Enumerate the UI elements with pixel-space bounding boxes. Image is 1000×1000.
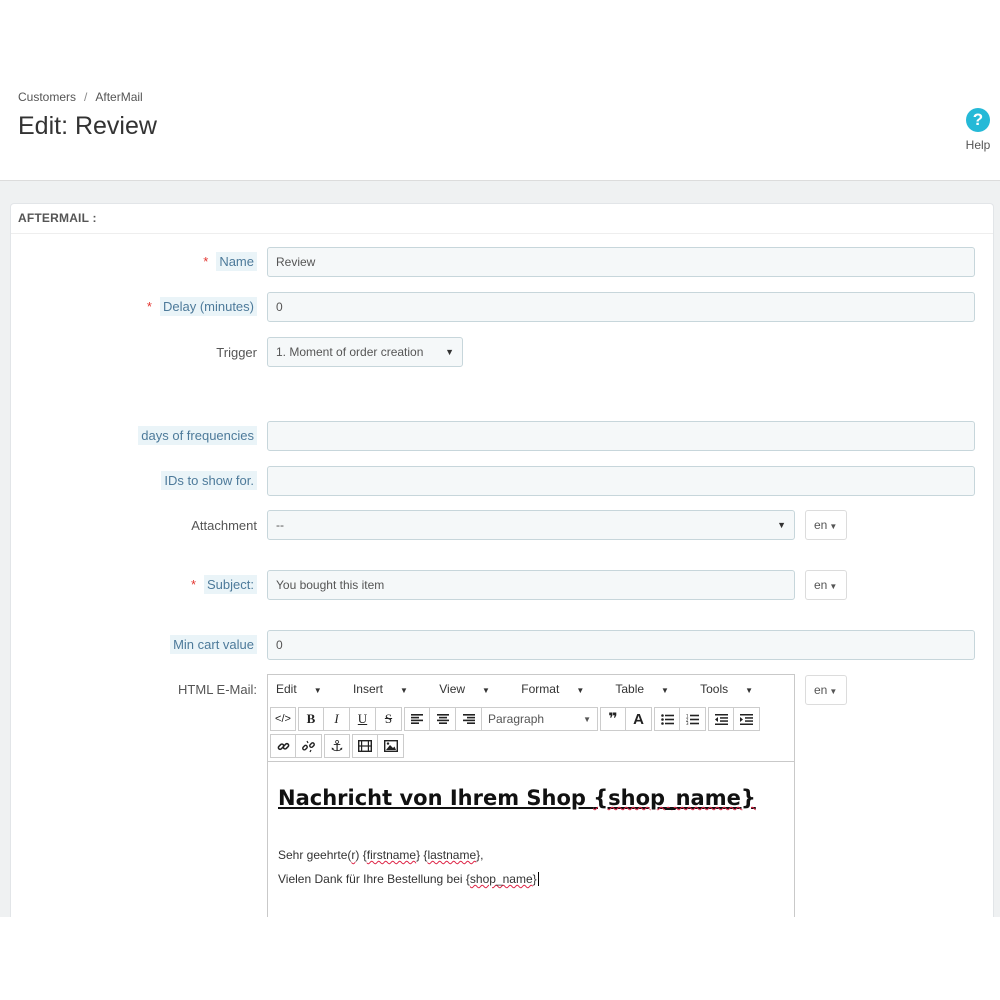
breadcrumb-customers[interactable]: Customers [18,90,76,104]
caret-down-icon: ▼ [745,686,754,695]
select-arrow-icon: ▼ [445,347,454,357]
breadcrumb: Customers / AfterMail [18,90,143,104]
align-right-icon[interactable] [456,707,482,731]
svg-text:3: 3 [686,721,689,725]
editor-toolbar-row-1: </> B I U S Paragraph ▼ ❞ A 1 2 3 [270,707,762,731]
caret-down-icon: ▼ [482,686,490,695]
frequencies-label: days of frequencies [138,426,257,445]
attachment-select[interactable]: -- ▼ [267,510,795,540]
menu-insert[interactable]: Insert ▼ [353,682,422,696]
underline-icon[interactable]: U [350,707,376,731]
caret-down-icon: ▼ [829,687,838,696]
caret-down-icon: ▼ [583,714,591,724]
caret-down-icon: ▼ [829,522,838,531]
caret-down-icon: ▼ [313,686,322,695]
text-cursor: ​ [537,872,539,886]
help-label[interactable]: Help [958,138,998,152]
subject-lang-button[interactable]: en ▼ [805,570,847,600]
subject-input[interactable]: You bought this item [267,570,795,600]
text-color-icon[interactable]: A [626,707,652,731]
select-arrow-icon: ▼ [777,520,786,530]
unlink-icon[interactable] [296,734,322,758]
help-button[interactable]: ? Help [958,108,998,152]
name-input[interactable]: Review [267,247,975,277]
menu-table[interactable]: Table ▼ [615,682,683,696]
required-mark: * [203,254,209,269]
numbered-list-icon[interactable]: 123 [680,707,706,731]
italic-icon[interactable]: I [324,707,350,731]
html-email-editor: Edit ▼ Insert ▼ View ▼ Format ▼ Table ▼ Tools… [267,674,795,918]
page-header: Customers / AfterMail Edit: Review ? Help [0,0,1000,180]
editor-content-area[interactable]: Nachricht von Ihrem Shop {shop_name} Seh… [268,761,794,919]
indent-icon[interactable] [734,707,760,731]
image-icon[interactable] [378,734,404,758]
caret-down-icon: ▼ [399,686,408,695]
outdent-icon[interactable] [708,707,734,731]
link-icon[interactable] [270,734,296,758]
breadcrumb-aftermail[interactable]: AfterMail [95,90,142,104]
panel-heading: AFTERMAIL : [11,204,993,234]
min-cart-input[interactable]: 0 [267,630,975,660]
align-left-icon[interactable] [404,707,430,731]
menu-format[interactable]: Format ▼ [521,682,598,696]
delay-label: * Delay (minutes) [146,297,257,316]
page-title: Edit: Review [18,112,157,140]
trigger-select[interactable]: 1. Moment of order creation ▼ [267,337,463,367]
mail-salutation: Sehr geehrte(r) {firstname} {lastname}, [278,848,484,862]
align-center-icon[interactable] [430,707,456,731]
html-email-lang-button[interactable]: en ▼ [805,675,847,705]
strikethrough-icon[interactable]: S [376,707,402,731]
breadcrumb-separator: / [84,90,88,104]
min-cart-label: Min cart value [170,635,257,654]
bottom-blank-area [0,917,1000,1000]
delay-input[interactable]: 0 [267,292,975,322]
menu-tools[interactable]: Tools ▼ [700,682,767,696]
help-icon[interactable]: ? [966,108,990,132]
menu-view[interactable]: View ▼ [439,682,504,696]
html-email-label: HTML E-Mail: [178,682,257,697]
name-label: * Name [203,252,257,271]
required-mark: * [190,577,197,592]
media-icon[interactable] [352,734,378,758]
editor-menubar: Edit ▼ Insert ▼ View ▼ Format ▼ Table ▼ Tools… [268,675,794,703]
attachment-lang-button[interactable]: en ▼ [805,510,847,540]
blockquote-icon[interactable]: ❞ [600,707,626,731]
trigger-label: Trigger [216,345,257,360]
caret-down-icon: ▼ [829,582,838,591]
ids-label: IDs to show for. [161,471,257,490]
anchor-icon[interactable]: ⚓ [324,734,350,758]
attachment-label: Attachment [191,518,257,533]
editor-toolbar-row-2: ⚓ [270,734,406,758]
bullet-list-icon[interactable] [654,707,680,731]
mail-heading: Nachricht von Ihrem Shop {shop_name} [278,786,756,810]
subject-label: * Subject: [190,575,257,594]
ids-input[interactable] [267,466,975,496]
format-select[interactable]: Paragraph ▼ [482,707,598,731]
mail-thanks-line: Vielen Dank für Ihre Bestellung bei {sho… [278,872,539,886]
source-code-icon[interactable]: </> [270,707,296,731]
menu-edit[interactable]: Edit ▼ [276,682,336,696]
bold-icon[interactable]: B [298,707,324,731]
frequencies-input[interactable] [267,421,975,451]
required-mark: * [146,299,152,314]
caret-down-icon: ▼ [661,686,669,695]
caret-down-icon: ▼ [576,686,585,695]
